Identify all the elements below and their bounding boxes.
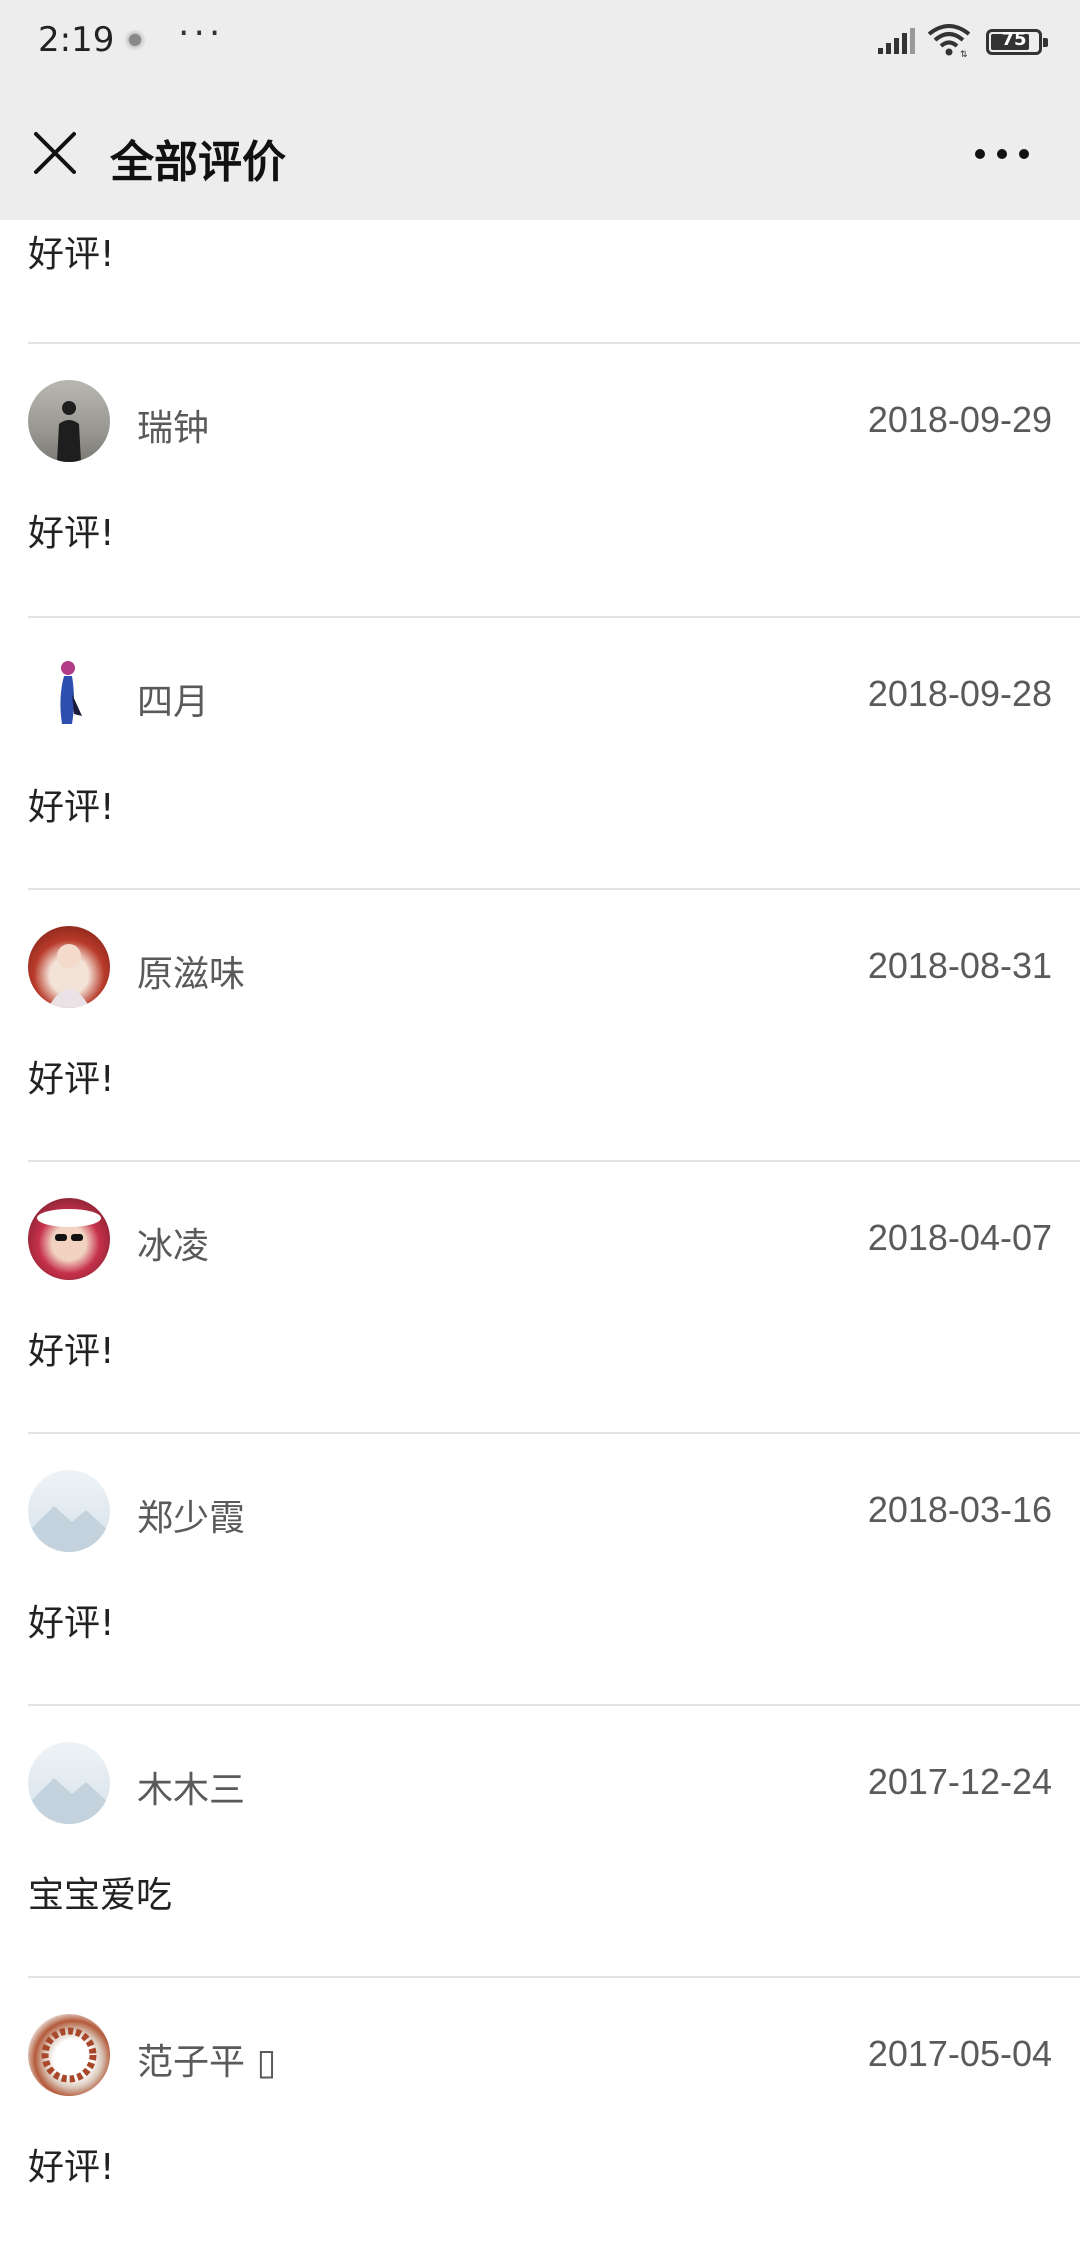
review-item: 木木三 2017-12-24 宝宝爱吃 xyxy=(0,1706,1080,1978)
avatar[interactable] xyxy=(28,654,110,736)
nav-bar: 全部评价 xyxy=(0,88,1080,220)
review-text: 好评! xyxy=(28,513,115,554)
review-date: 2017-05-04 xyxy=(867,2033,1052,2074)
review-item: 范子平 ▯ 2017-05-04 好评! xyxy=(0,1978,1080,2248)
reviewer-name: 原滋味 xyxy=(137,954,246,995)
page-title: 全部评价 xyxy=(110,137,286,188)
review-item: 原滋味 2018-08-31 好评! xyxy=(0,890,1080,1162)
review-text: 好评! xyxy=(28,1059,115,1100)
avatar[interactable] xyxy=(28,926,110,1008)
avatar[interactable] xyxy=(28,1470,110,1552)
review-item: 四月 2018-09-28 好评! xyxy=(0,618,1080,890)
review-date: 2017-12-24 xyxy=(867,1761,1052,1802)
reviews-list[interactable]: 好评! 瑞钟 2018-09-29 好评! 四月 2018-09-28 好评! xyxy=(0,220,1080,2248)
review-date: 2018-08-31 xyxy=(867,945,1052,986)
reviewer-name: 木木三 xyxy=(137,1770,246,1811)
status-bar: 2:19 ··· ⇅ 75 xyxy=(0,0,1080,88)
avatar[interactable] xyxy=(28,1742,110,1824)
reviewer-name: 范子平 ▯ xyxy=(137,2042,277,2083)
more-icon[interactable] xyxy=(972,144,1032,164)
avatar[interactable] xyxy=(28,1198,110,1280)
review-item: 冰凌 2018-04-07 好评! xyxy=(0,1162,1080,1434)
battery-icon: 75 xyxy=(986,29,1048,55)
review-text: 好评! xyxy=(28,1331,115,1372)
review-date: 2018-09-29 xyxy=(867,399,1052,440)
reviewer-name: 四月 xyxy=(137,682,210,723)
battery-text: 75 xyxy=(1001,29,1027,50)
review-text: 好评! xyxy=(28,2147,115,2188)
review-item: 郑少霞 2018-03-16 好评! xyxy=(0,1434,1080,1706)
review-text: 好评! xyxy=(28,787,115,828)
review-item-partial: 好评! xyxy=(0,220,1080,293)
review-text: 宝宝爱吃 xyxy=(28,1875,173,1916)
reviewer-name: 瑞钟 xyxy=(137,408,210,449)
wifi-icon: ⇅ xyxy=(927,24,971,58)
default-avatar-icon xyxy=(28,1506,110,1552)
status-time: 2:19 xyxy=(38,20,115,60)
person-silhouette-icon xyxy=(57,401,81,462)
review-date: 2018-03-16 xyxy=(867,1489,1052,1530)
default-avatar-icon xyxy=(28,1778,110,1824)
reviewer-name: 冰凌 xyxy=(137,1226,210,1267)
prayer-beads-icon xyxy=(41,2027,97,2083)
review-date: 2018-04-07 xyxy=(867,1217,1052,1258)
avatar[interactable] xyxy=(28,380,110,462)
svg-text:⇅: ⇅ xyxy=(960,50,968,58)
signal-icon xyxy=(878,28,915,54)
review-text: 好评! xyxy=(28,234,115,275)
doll-illustration-icon xyxy=(48,944,90,1008)
review-date: 2018-09-28 xyxy=(867,673,1052,714)
close-icon[interactable] xyxy=(30,128,80,178)
reviewer-name: 郑少霞 xyxy=(137,1498,246,1539)
woman-sunglasses-icon xyxy=(37,1209,101,1257)
review-text: 好评! xyxy=(28,1603,115,1644)
review-item: 瑞钟 2018-09-29 好评! xyxy=(0,344,1080,616)
figure-illustration-icon xyxy=(60,661,82,724)
app-notification-icon xyxy=(124,30,146,52)
avatar[interactable] xyxy=(28,2014,110,2096)
status-dots: ··· xyxy=(178,13,225,54)
